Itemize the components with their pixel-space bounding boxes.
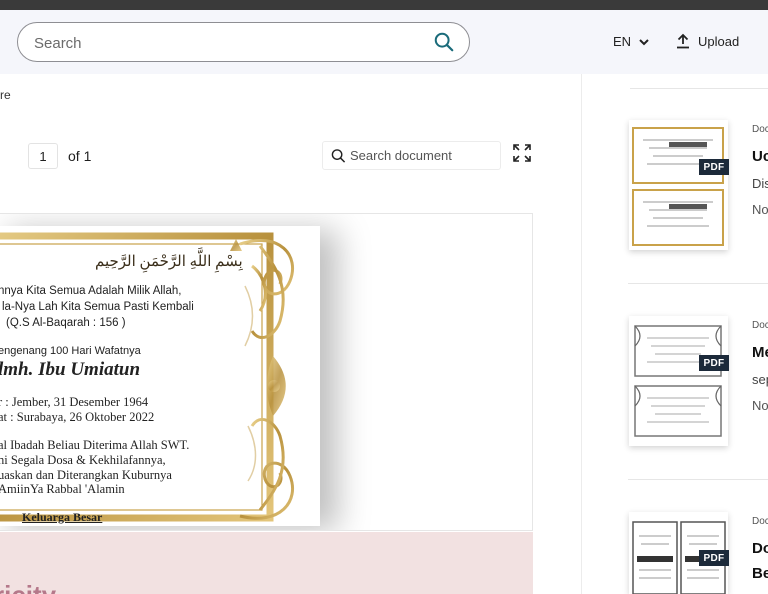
related-subtitle: sep	[752, 372, 768, 387]
upload-icon	[677, 33, 689, 49]
prayer-line: AmiinYa Rabbal 'Alamin	[0, 482, 125, 496]
verse-line: nnya Kita Semua Adalah Milik Allah,	[0, 285, 182, 297]
related-title[interactable]: Me	[752, 344, 768, 361]
pdf-badge: PDF	[699, 550, 729, 566]
related-meta: Doc	[752, 320, 768, 331]
related-separator	[628, 479, 768, 480]
chevron-down-icon	[639, 38, 649, 45]
language-label: EN	[613, 34, 632, 49]
fullscreen-icon[interactable]	[513, 144, 531, 162]
upload-button[interactable]: Upload	[676, 33, 739, 49]
document-preview-image	[632, 127, 724, 246]
related-info: No	[752, 202, 768, 217]
upload-label: Upload	[698, 33, 740, 49]
death-info: at : Surabaya, 26 Oktober 2022	[0, 410, 155, 424]
promo-banner-text: ricity	[0, 580, 56, 594]
search-box[interactable]	[17, 22, 470, 62]
search-icon	[331, 148, 346, 163]
related-meta: Doc	[752, 124, 768, 135]
deceased-name: lmh. Ibu Umiatun	[0, 359, 141, 380]
document-search-box[interactable]	[322, 141, 501, 170]
birth-info: r : Jember, 31 Desember 1964	[0, 395, 149, 409]
memorial-heading: engenang 100 Hari Wafatnya	[0, 345, 141, 357]
related-title[interactable]: Do	[752, 540, 768, 557]
related-separator	[628, 283, 768, 284]
verse-reference: (Q.S Al-Baqarah : 156 )	[6, 317, 126, 329]
related-title[interactable]: Uc	[752, 148, 768, 165]
page-count-label: of 1	[68, 148, 92, 164]
prayer-line: ni Segala Dosa & Kekhilafannya,	[0, 453, 166, 467]
browser-top-strip	[0, 0, 768, 10]
breadcrumb[interactable]: re	[0, 88, 11, 102]
related-info: No	[752, 398, 768, 413]
related-thumbnail[interactable]	[629, 120, 728, 250]
column-divider	[581, 74, 582, 594]
document-viewer[interactable]: بِسْمِ اللَّهِ الرَّحْمَنِ الرَّحِيم nny…	[0, 213, 533, 531]
page-number-input[interactable]: 1	[28, 143, 58, 169]
prayer-line: al Ibadah Beliau Diterima Allah SWT.	[0, 438, 190, 452]
document-preview-image	[634, 325, 722, 437]
arabic-basmala: بِسْمِ اللَّهِ الرَّحْمَنِ الرَّحِيم	[95, 254, 243, 270]
promo-banner: ricity	[0, 532, 533, 594]
related-title-line2[interactable]: Be	[752, 565, 768, 582]
related-divider	[630, 88, 768, 89]
related-subtitle: Dis	[752, 176, 768, 191]
pdf-badge: PDF	[699, 159, 729, 175]
family-signature: Keluarga Besar	[22, 510, 103, 524]
related-thumbnail[interactable]	[629, 316, 728, 446]
header-bar: EN Upload	[0, 10, 768, 74]
page-navigator: 1 of 1	[28, 143, 91, 169]
prayer-line: uaskan dan Diterangkan Kuburnya	[0, 468, 172, 482]
pdf-badge: PDF	[699, 355, 729, 371]
verse-line: la-Nya Lah Kita Semua Pasti Kembali	[2, 301, 194, 313]
document-search-input[interactable]	[350, 148, 500, 163]
language-selector[interactable]: EN	[613, 34, 649, 49]
search-icon[interactable]	[433, 31, 455, 53]
related-meta: Doc	[752, 516, 768, 527]
search-input[interactable]	[34, 32, 414, 54]
